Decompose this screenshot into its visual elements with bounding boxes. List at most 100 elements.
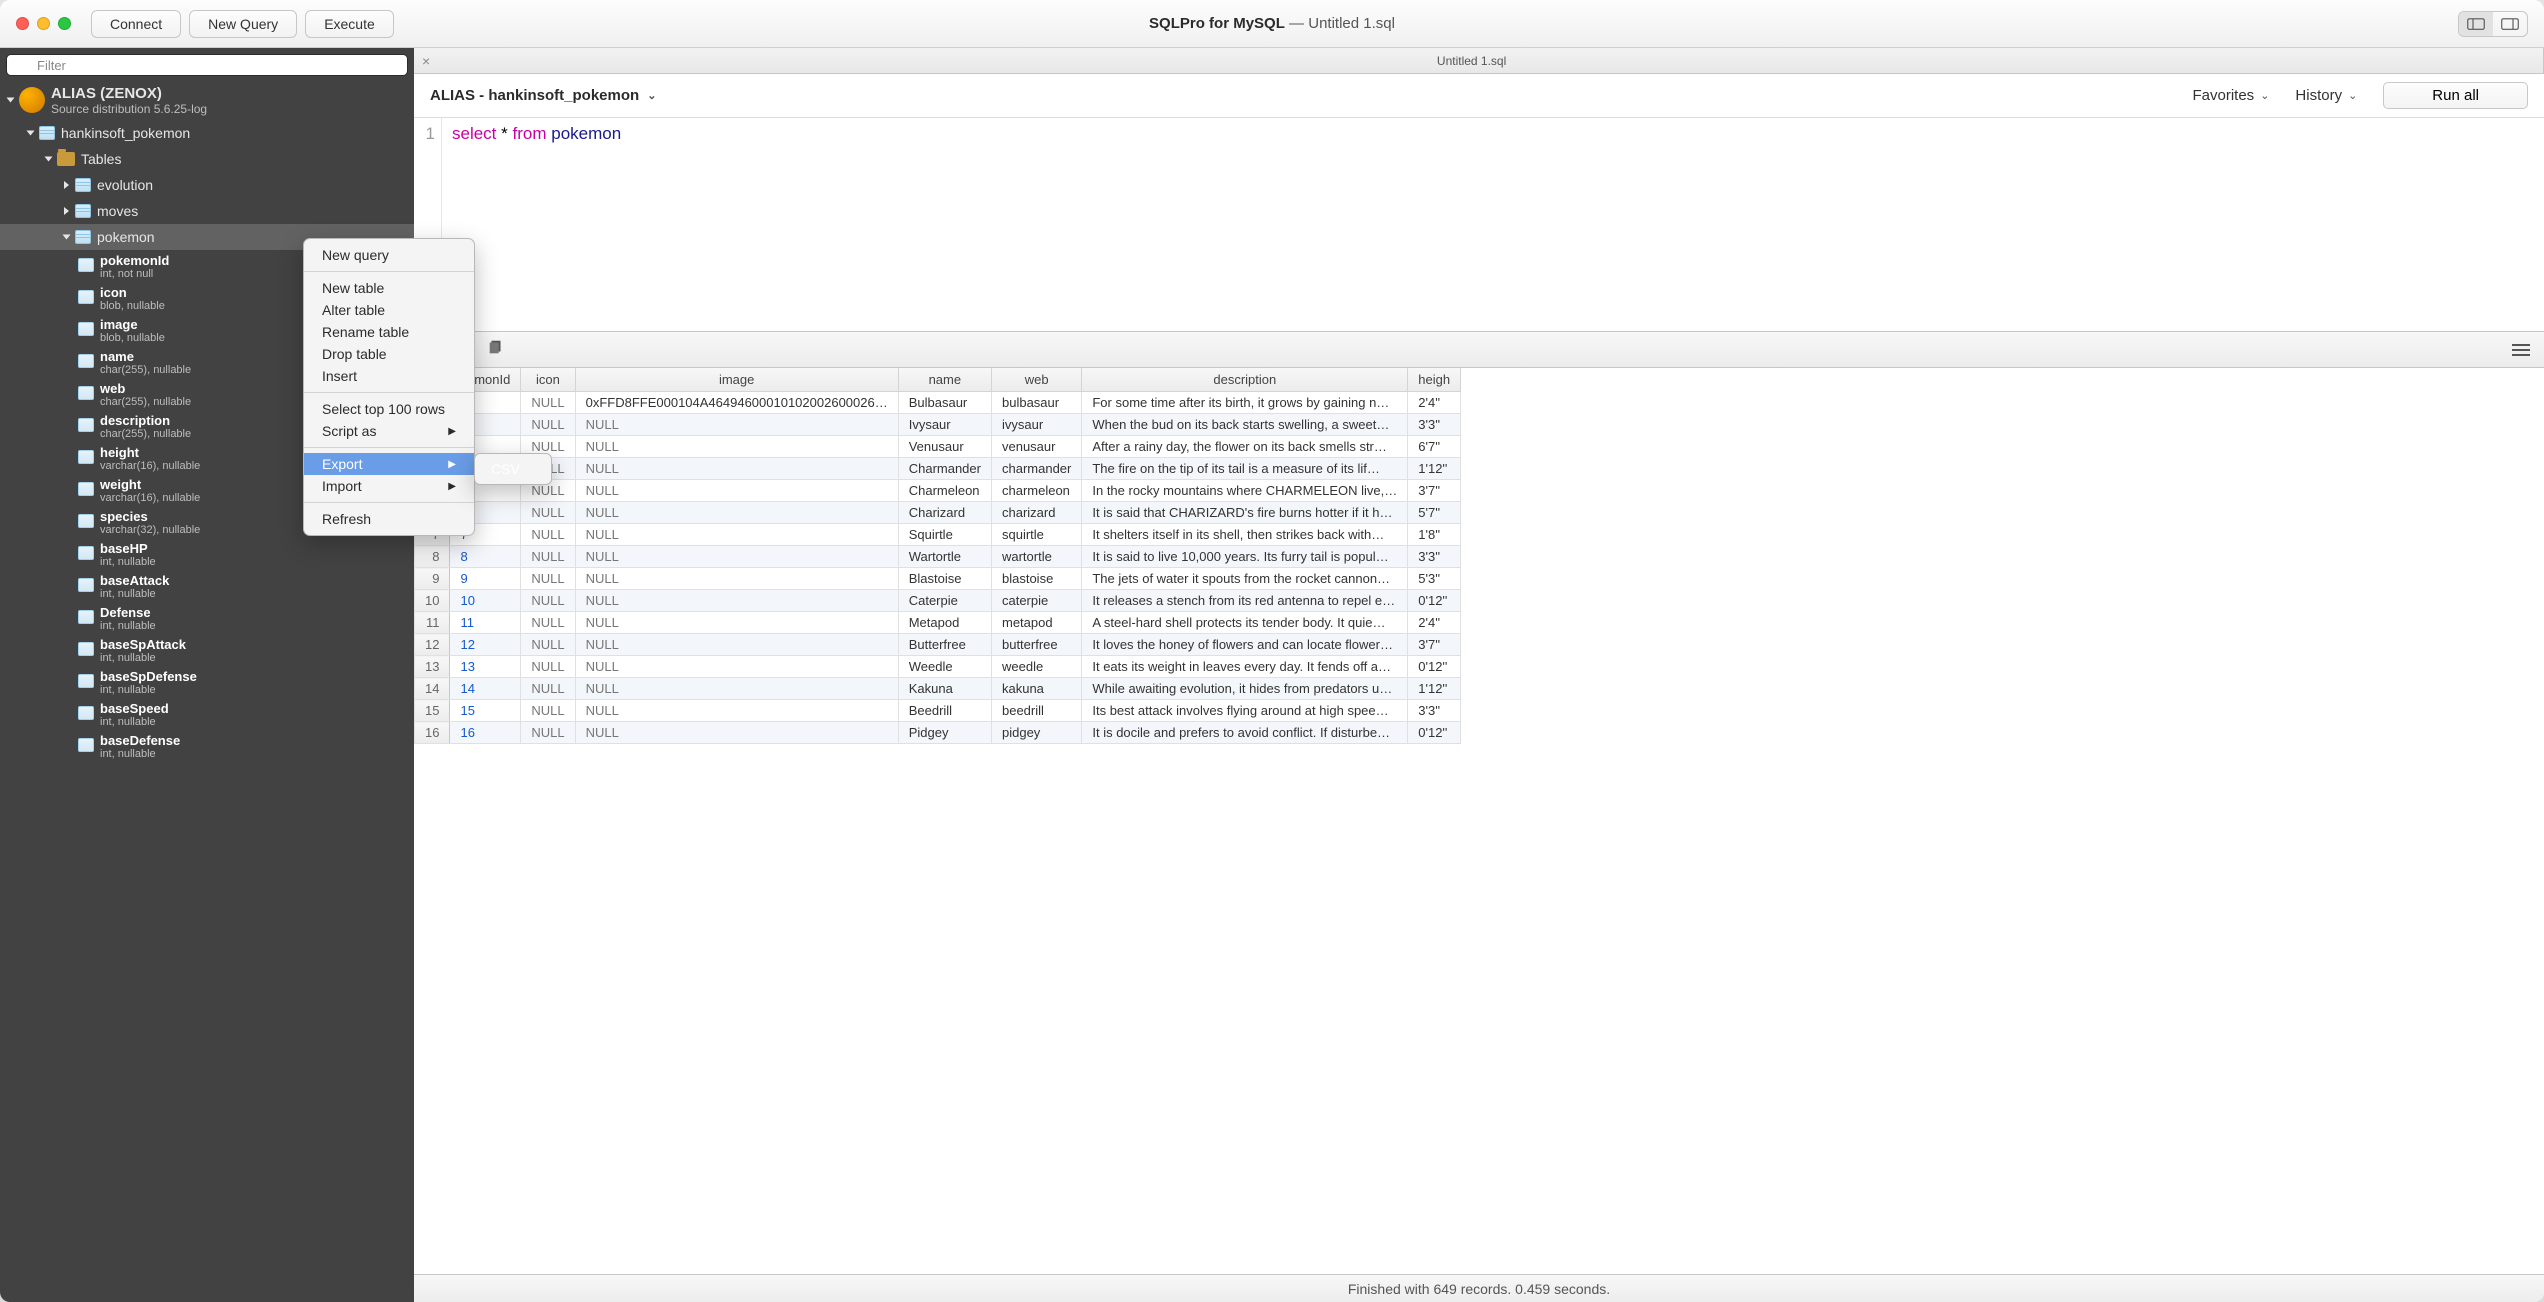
cell[interactable]: NULL [575,546,898,568]
table-row[interactable]: 77NULLNULLSquirtlesquirtleIt shelters it… [415,524,1461,546]
table-row[interactable]: NULLNULLVenusaurvenusaurAfter a rainy da… [415,436,1461,458]
tab-untitled[interactable]: × Untitled 1.sql [414,48,2544,73]
cell[interactable]: 10 [450,590,521,612]
table-row[interactable]: NULLNULLCharizardcharizardIt is said tha… [415,502,1461,524]
cell[interactable]: A steel-hard shell protects its tender b… [1082,612,1408,634]
disclosure-icon[interactable] [27,131,35,136]
cell[interactable]: NULL [521,700,575,722]
zoom-window[interactable] [58,17,71,30]
cell[interactable]: 1'8'' [1408,524,1461,546]
cell[interactable]: 0'12'' [1408,590,1461,612]
cell[interactable]: charmeleon [991,480,1081,502]
favorites-dropdown[interactable]: Favorites⌄ [2193,87,2270,104]
cell[interactable]: ivysaur [991,414,1081,436]
cell[interactable]: pidgey [991,722,1081,744]
column-header[interactable]: name [898,368,991,392]
run-all-button[interactable]: Run all [2383,82,2528,109]
cell[interactable]: Venusaur [898,436,991,458]
column-baseSpeed[interactable]: baseSpeedint, nullable [0,698,414,730]
cell[interactable]: Kakuna [898,678,991,700]
cell[interactable]: It is said to live 10,000 years. Its fur… [1082,546,1408,568]
menu-icon[interactable] [2512,344,2530,356]
disclosure-icon[interactable] [45,157,53,162]
cell[interactable]: 3'3'' [1408,546,1461,568]
cell[interactable]: It loves the honey of flowers and can lo… [1082,634,1408,656]
table-row[interactable]: NULLNULLIvysaurivysaurWhen the bud on it… [415,414,1461,436]
column-baseHP[interactable]: baseHPint, nullable [0,538,414,570]
disclosure-icon[interactable] [64,181,69,189]
cell[interactable]: 5'3'' [1408,568,1461,590]
cell[interactable]: 0'12'' [1408,656,1461,678]
table-row[interactable]: NULLNULLCharmeleoncharmeleonIn the rocky… [415,480,1461,502]
table-row[interactable]: 88NULLNULLWartortlewartortleIt is said t… [415,546,1461,568]
cell[interactable]: 2'4'' [1408,612,1461,634]
table-node-moves[interactable]: moves [0,198,414,224]
cell[interactable]: NULL [575,700,898,722]
cell[interactable]: NULL [521,678,575,700]
context-menu[interactable]: New query New table Alter table Rename t… [303,238,475,536]
cell[interactable]: NULL [575,502,898,524]
history-dropdown[interactable]: History⌄ [2295,87,2357,104]
execute-button[interactable]: Execute [305,10,394,38]
cell[interactable]: NULL [575,722,898,744]
cell[interactable]: charmander [991,458,1081,480]
cell[interactable]: For some time after its birth, it grows … [1082,392,1408,414]
table-row[interactable]: 1111NULLNULLMetapodmetapodA steel-hard s… [415,612,1461,634]
cell[interactable]: It releases a stench from its red antenn… [1082,590,1408,612]
column-baseSpDefense[interactable]: baseSpDefenseint, nullable [0,666,414,698]
cell[interactable]: Its best attack involves flying around a… [1082,700,1408,722]
column-header[interactable]: icon [521,368,575,392]
menu-alter-table[interactable]: Alter table [304,299,474,321]
column-header[interactable]: heigh [1408,368,1461,392]
menu-rename-table[interactable]: Rename table [304,321,474,343]
cell[interactable]: NULL [575,524,898,546]
cell[interactable]: 1'12'' [1408,458,1461,480]
cell[interactable]: 0xFFD8FFE000104A46494600010102002600026… [575,392,898,414]
column-baseDefense[interactable]: baseDefenseint, nullable [0,730,414,762]
cell[interactable]: 3'3'' [1408,700,1461,722]
cell[interactable]: bulbasaur [991,392,1081,414]
cell[interactable]: NULL [575,568,898,590]
cell[interactable]: 8 [450,546,521,568]
cell[interactable]: Charizard [898,502,991,524]
cell[interactable]: Charmeleon [898,480,991,502]
cell[interactable]: NULL [521,546,575,568]
close-tab-icon[interactable]: × [422,53,430,69]
cell[interactable]: The jets of water it spouts from the roc… [1082,568,1408,590]
cell[interactable]: blastoise [991,568,1081,590]
cell[interactable]: NULL [575,656,898,678]
export-submenu[interactable]: CSV [474,453,552,485]
menu-import[interactable]: Import▶ [304,475,474,497]
cell[interactable]: NULL [575,458,898,480]
cell[interactable]: beedrill [991,700,1081,722]
cell[interactable]: NULL [521,590,575,612]
filter-input[interactable] [6,54,408,76]
cell[interactable]: NULL [575,634,898,656]
table-row[interactable]: 1515NULLNULLBeedrillbeedrillIts best att… [415,700,1461,722]
cell[interactable]: NULL [521,568,575,590]
table-row[interactable]: 1010NULLNULLCaterpiecaterpieIt releases … [415,590,1461,612]
cell[interactable]: 12 [450,634,521,656]
cell[interactable]: While awaiting evolution, it hides from … [1082,678,1408,700]
cell[interactable]: metapod [991,612,1081,634]
cell[interactable]: 13 [450,656,521,678]
cell[interactable]: When the bud on its back starts swelling… [1082,414,1408,436]
cell[interactable]: NULL [575,590,898,612]
connection-node[interactable]: ALIAS (ZENOX) Source distribution 5.6.25… [0,80,414,120]
cell[interactable]: 9 [450,568,521,590]
table-row[interactable]: 1414NULLNULLKakunakakunaWhile awaiting e… [415,678,1461,700]
results-grid[interactable]: kemonIdiconimagenamewebdescriptionheighN… [414,368,2544,1274]
table-row[interactable]: 1616NULLNULLPidgeypidgeyIt is docile and… [415,722,1461,744]
sql-editor[interactable]: 1 select * from pokemon [414,118,2544,332]
cell[interactable]: Caterpie [898,590,991,612]
right-panel-toggle[interactable] [2493,12,2527,36]
cell[interactable]: 3'7'' [1408,480,1461,502]
left-panel-toggle[interactable] [2459,12,2493,36]
cell[interactable]: In the rocky mountains where CHARMELEON … [1082,480,1408,502]
cell[interactable]: 1'12'' [1408,678,1461,700]
cell[interactable]: Blastoise [898,568,991,590]
cell[interactable]: After a rainy day, the flower on its bac… [1082,436,1408,458]
cell[interactable]: Ivysaur [898,414,991,436]
copy-icon[interactable] [487,338,505,361]
table-node-evolution[interactable]: evolution [0,172,414,198]
